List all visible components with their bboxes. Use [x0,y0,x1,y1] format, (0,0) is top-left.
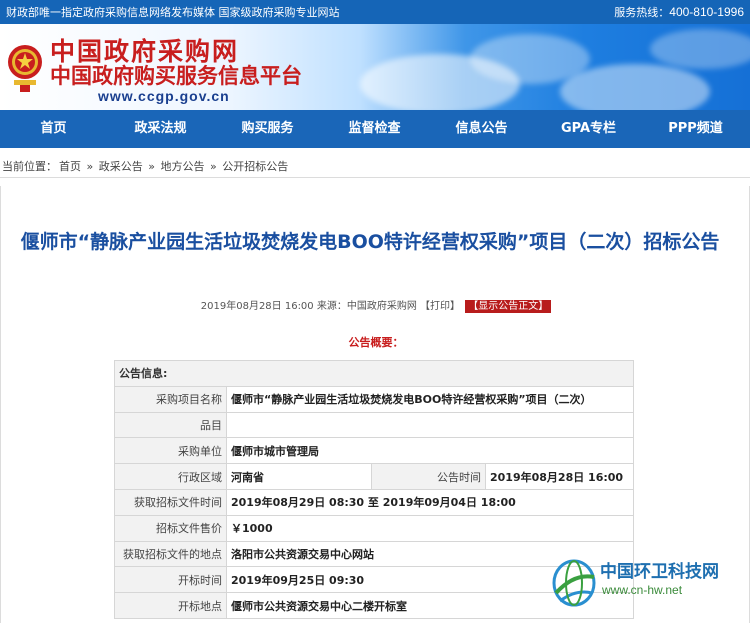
top-bar: 财政部唯一指定政府采购信息网络发布媒体 国家级政府采购专业网站 服务热线：400… [0,0,750,24]
nav-item-gpa[interactable]: GPA专栏 [535,110,642,148]
breadcrumb-separator: » [209,160,217,173]
service-hotline: 服务热线：400-810-1996 [614,4,744,20]
table-row: 获取招标文件时间 2019年08月29日 08:30 至 2019年09月04日… [114,488,634,516]
hotline-label: 服务热线： [614,6,670,19]
table-header: 公告信息: [114,360,634,387]
item-value [226,411,634,439]
buyer-label: 采购单位 [114,437,227,465]
doc-place-label: 获取招标文件的地点 [114,540,227,568]
breadcrumb-item-home[interactable]: 首页 [59,160,81,173]
buyer-value: 偃师市城市管理局 [226,437,634,465]
project-name-label: 采购项目名称 [114,385,227,413]
main-nav: 首页 政采法规 购买服务 监督检查 信息公告 GPA专栏 PPP频道 [0,110,750,148]
table-row: 采购单位 偃师市城市管理局 [114,437,634,465]
pub-time-value: 2019年08月28日 16:00 [485,463,634,490]
price-label: 招标文件售价 [114,514,227,542]
doc-time-value: 2019年08月29日 08:30 至 2019年09月04日 18:00 [226,488,634,516]
nav-item-home[interactable]: 首页 [0,110,107,148]
watermark: 中国环卫科技网 www.cn-hw.net [548,553,748,615]
show-full-text-button[interactable]: 【显示公告正文】 [465,300,552,313]
globe-logo-icon [552,559,596,607]
breadcrumb-item-announcements[interactable]: 政采公告 [99,160,143,173]
item-label: 品目 [114,411,227,439]
region-label: 行政区域 [114,463,227,490]
open-place-label: 开标地点 [114,592,227,619]
publish-date: 2019年08月28日 16:00 [200,301,314,312]
print-link[interactable]: 【打印】 [420,301,460,312]
project-name-value: 偃师市“静脉产业园生活垃圾焚烧发电BOO特许经营权采购”项目（二次） [226,385,634,413]
region-value: 河南省 [226,463,372,490]
price-value: ￥1000 [226,514,634,542]
slogan-text: 财政部唯一指定政府采购信息网络发布媒体 国家级政府采购专业网站 [6,6,340,19]
nav-item-regulations[interactable]: 政采法规 [107,110,214,148]
breadcrumb: 当前位置： 首页 » 政采公告 » 地方公告 » 公开招标公告 [0,156,750,178]
site-banner: 中国政府采购网 中国政府购买服务信息平台 www.ccgp.gov.cn [0,24,750,110]
article-source: 来源：中国政府采购网 [316,301,417,312]
table-row: 品目 [114,411,634,439]
national-emblem-icon [8,45,42,92]
nav-item-supervision[interactable]: 监督检查 [321,110,428,148]
open-time-label: 开标时间 [114,566,227,594]
hotline-number: 400-810-1996 [669,5,744,19]
page-title: 偃师市“静脉产业园生活垃圾焚烧发电BOO特许经营权采购”项目（二次）招标公告 [20,231,720,253]
watermark-url: www.cn-hw.net [602,583,683,597]
nav-item-purchase-services[interactable]: 购买服务 [214,110,321,148]
breadcrumb-prefix: 当前位置： [2,160,57,173]
summary-label: 公告概要： [348,336,404,349]
breadcrumb-separator: » [148,160,155,173]
breadcrumb-item-local[interactable]: 地方公告 [160,160,204,173]
table-row: 招标文件售价 ￥1000 [114,514,634,542]
table-row: 行政区域 河南省 公告时间 2019年08月28日 16:00 [114,463,634,490]
table-row: 采购项目名称 偃师市“静脉产业园生活垃圾焚烧发电BOO特许经营权采购”项目（二次… [114,385,634,413]
site-subtitle: 中国政府购买服务信息平台 [50,64,302,88]
breadcrumb-item-open-tender[interactable]: 公开招标公告 [222,160,288,173]
pub-time-label: 公告时间 [371,463,486,490]
site-url: www.ccgp.gov.cn [98,88,230,104]
nav-item-ppp[interactable]: PPP频道 [642,110,749,148]
watermark-name: 中国环卫科技网 [600,562,719,582]
breadcrumb-separator: » [86,160,94,173]
nav-item-announcements[interactable]: 信息公告 [428,110,535,148]
doc-time-label: 获取招标文件时间 [114,488,227,516]
article-meta: 2019年08月28日 16:00 来源：中国政府采购网 【打印】 【显示公告正… [1,297,750,313]
